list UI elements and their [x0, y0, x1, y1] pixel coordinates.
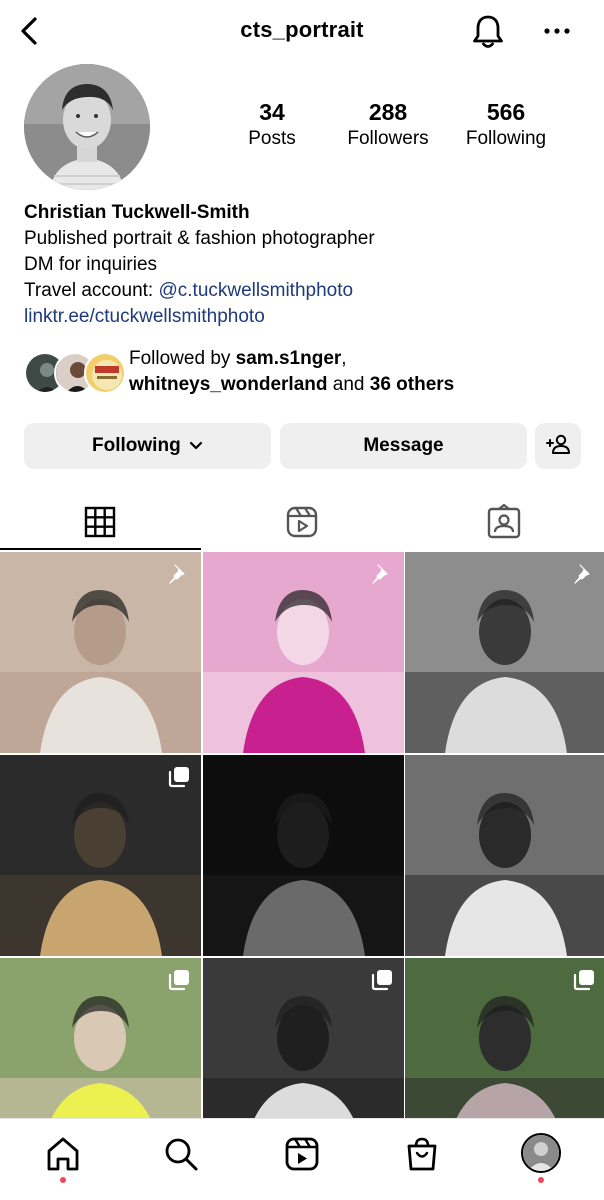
pin-icon [169, 564, 185, 584]
profile-avatar[interactable] [521, 1133, 561, 1173]
followers-stat[interactable]: 288 Followers [338, 98, 438, 152]
posts-label: Posts [248, 128, 296, 149]
bio-text: Travel account: [24, 280, 159, 301]
active-tab-indicator [0, 548, 201, 550]
top-bar: cts_portrait [0, 0, 604, 64]
search-icon[interactable] [162, 1135, 200, 1173]
followers-count: 288 [368, 99, 408, 125]
pin-icon [574, 564, 590, 584]
bio-line: Published portrait & fashion photographe… [24, 228, 375, 249]
tagged-person-icon[interactable] [484, 502, 524, 542]
bell-icon[interactable] [470, 12, 506, 50]
conjunction: and [327, 374, 370, 395]
posts-stat: 34 Posts [230, 98, 314, 152]
website-link[interactable]: linktr.ee/ctuckwellsmithphoto [24, 304, 584, 330]
grid-icon[interactable] [80, 502, 120, 542]
follower-avatar [84, 352, 126, 394]
bio-line: Travel account: @c.tuckwellsmithphoto [24, 278, 584, 304]
separator: , [341, 348, 347, 369]
followed-by[interactable]: Followed by sam.s1nger, whitneys_wonderl… [24, 346, 584, 402]
pin-icon [372, 564, 388, 584]
profile-tabs [0, 494, 604, 550]
home-notification-dot [60, 1177, 66, 1183]
reels-icon[interactable] [283, 1135, 321, 1173]
profile-avatar[interactable] [24, 64, 150, 190]
message-button[interactable]: Message [280, 423, 527, 469]
add-person-icon [546, 435, 570, 455]
chevron-down-icon [189, 441, 203, 450]
followed-by-prefix: Followed by [129, 348, 236, 369]
home-icon[interactable] [44, 1135, 82, 1173]
profile-username: cts_portrait [240, 17, 364, 42]
post-image [203, 755, 404, 956]
mutual-user-link[interactable]: sam.s1nger [236, 348, 342, 369]
following-button-label: Following [92, 435, 181, 456]
following-count: 566 [486, 99, 526, 125]
multiple-photos-icon [168, 767, 189, 788]
following-stat[interactable]: 566 Following [456, 98, 556, 152]
multiple-photos-icon [371, 970, 392, 991]
post-thumbnail[interactable] [0, 755, 201, 956]
posts-count: 34 [259, 99, 285, 125]
reels-icon[interactable] [282, 502, 322, 542]
following-button[interactable]: Following [24, 423, 271, 469]
profile-full-name: Christian Tuckwell-Smith [24, 202, 250, 223]
mention-link[interactable]: @c.tuckwellsmithphoto [158, 280, 353, 301]
ellipsis-icon[interactable] [540, 18, 574, 44]
profile-notification-dot [538, 1177, 544, 1183]
bottom-navigation [0, 1118, 604, 1200]
message-button-label: Message [363, 435, 444, 456]
bio-line: DM for inquiries [24, 254, 158, 275]
followers-label: Followers [347, 128, 429, 149]
shopping-bag-icon[interactable] [403, 1135, 441, 1173]
mutual-user-link[interactable]: whitneys_wonderland [129, 374, 327, 395]
multiple-photos-icon [168, 970, 189, 991]
mutual-others-link[interactable]: 36 others [370, 374, 454, 395]
post-thumbnail[interactable] [203, 755, 404, 956]
profile-bio: Christian Tuckwell-Smith Published portr… [24, 200, 584, 330]
following-label: Following [465, 128, 547, 149]
post-thumbnail[interactable] [203, 552, 404, 753]
post-thumbnail[interactable] [405, 552, 604, 753]
followed-by-text: Followed by sam.s1nger, whitneys_wonderl… [129, 346, 454, 398]
multiple-photos-icon [573, 970, 594, 991]
post-thumbnail[interactable] [405, 755, 604, 956]
suggested-people-button[interactable] [535, 423, 581, 469]
post-thumbnail[interactable] [0, 552, 201, 753]
post-image [405, 755, 604, 956]
